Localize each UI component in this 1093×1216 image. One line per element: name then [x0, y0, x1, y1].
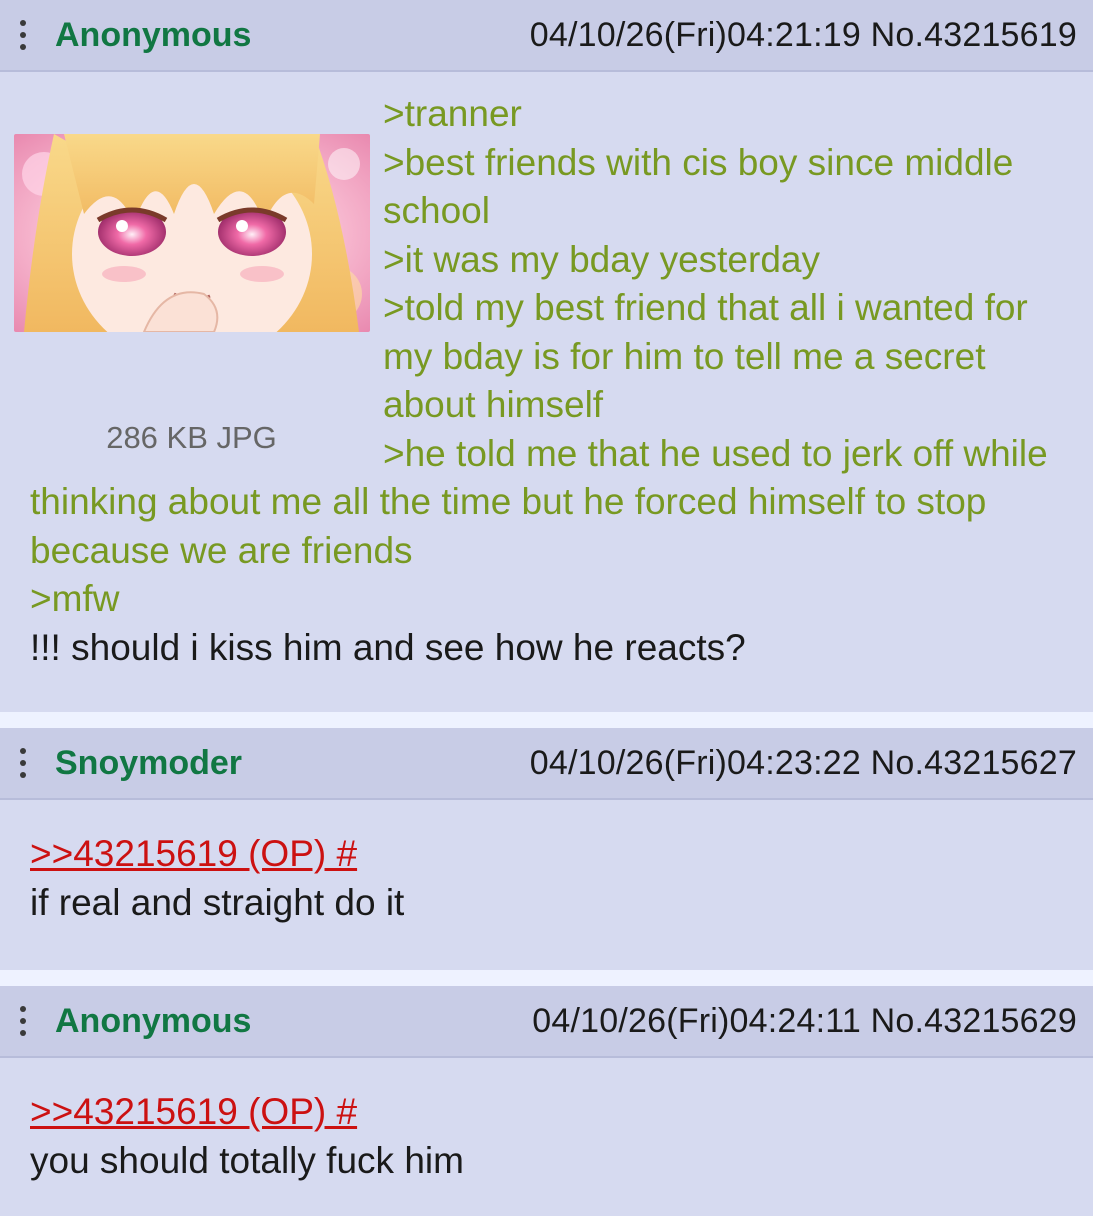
post-meta: 04/10/26(Fri)04:21:19 No.43215619	[530, 16, 1077, 55]
post-meta: 04/10/26(Fri)04:24:11 No.43215629	[532, 1002, 1077, 1041]
post-number[interactable]: No.43215619	[871, 16, 1077, 54]
post-header: Anonymous 04/10/26(Fri)04:21:19 No.43215…	[0, 0, 1093, 72]
post-number[interactable]: No.43215627	[871, 744, 1077, 782]
post-datetime: 04/10/26(Fri)04:24:11	[532, 1001, 861, 1040]
post-text-line: you should totally fuck him	[30, 1139, 464, 1181]
post: Snoymoder 04/10/26(Fri)04:23:22 No.43215…	[0, 728, 1093, 970]
poster-name: Anonymous	[55, 15, 252, 54]
greentext-line: >mfw	[30, 578, 120, 619]
vertical-dots-icon[interactable]	[19, 1006, 27, 1036]
post: Anonymous 04/10/26(Fri)04:21:19 No.43215…	[0, 0, 1093, 712]
post-body: >>43215619 (OP) # you should totally fuc…	[0, 1058, 1093, 1205]
post-datetime: 04/10/26(Fri)04:21:19	[529, 15, 861, 54]
file-info: 286 KB JPG	[106, 420, 277, 455]
post: Anonymous 04/10/26(Fri)04:24:11 No.43215…	[0, 986, 1093, 1216]
post-divider	[0, 970, 1093, 986]
quote-link[interactable]: >>43215619 (OP) #	[30, 1088, 1063, 1137]
post-body: 286 KB JPG >tranner >best friends with c…	[0, 72, 1093, 692]
post-number[interactable]: No.43215629	[871, 1002, 1077, 1040]
vertical-dots-icon[interactable]	[19, 748, 27, 778]
post-header: Anonymous 04/10/26(Fri)04:24:11 No.43215…	[0, 986, 1093, 1058]
post-body: >>43215619 (OP) # if real and straight d…	[0, 800, 1093, 947]
poster-name: Snoymoder	[55, 743, 243, 782]
poster-name: Anonymous	[55, 1001, 252, 1040]
quote-link[interactable]: >>43215619 (OP) #	[30, 830, 1063, 879]
file-container: 286 KB JPG	[14, 90, 370, 463]
post-header: Snoymoder 04/10/26(Fri)04:23:22 No.43215…	[0, 728, 1093, 800]
post-text-line: !!! should i kiss him and see how he rea…	[30, 626, 746, 668]
post-text-line: if real and straight do it	[30, 881, 405, 923]
vertical-dots-icon[interactable]	[19, 20, 27, 50]
post-datetime: 04/10/26(Fri)04:23:22	[529, 743, 861, 782]
anime-girl-thumbnail[interactable]	[14, 134, 370, 332]
post-divider	[0, 712, 1093, 728]
post-meta: 04/10/26(Fri)04:23:22 No.43215627	[530, 744, 1077, 783]
